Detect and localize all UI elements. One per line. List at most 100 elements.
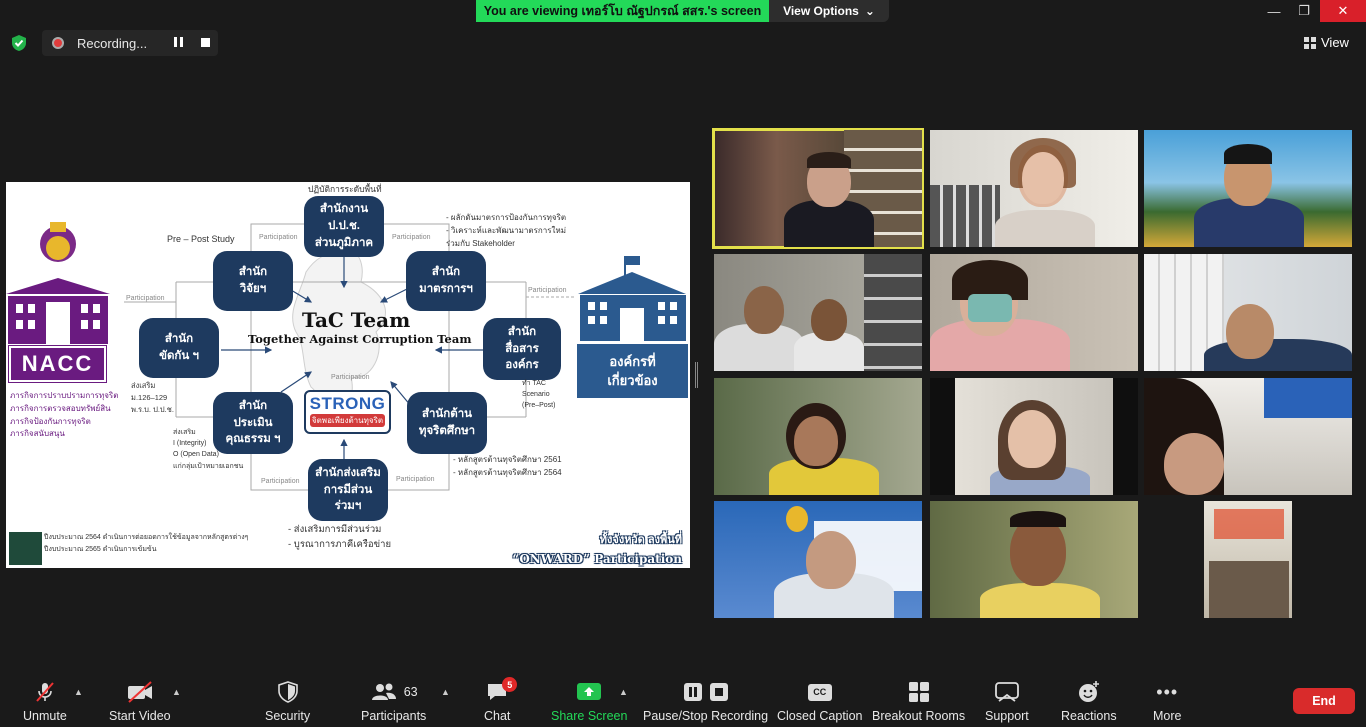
participant-video-tile[interactable]	[930, 254, 1138, 371]
tac-team-title: TaC Team	[302, 308, 411, 332]
more-button[interactable]: ••• More	[1153, 680, 1181, 723]
participant-video-tile[interactable]	[1204, 501, 1292, 618]
support-label: Support	[985, 709, 1029, 723]
participant-video-tile[interactable]	[1144, 378, 1352, 495]
participation-notes: - ส่งเสริมการมีส่วนร่วม - บูรณาการภาคีเค…	[288, 524, 392, 551]
muted-microphone-icon	[36, 682, 54, 702]
node-anti-corruption-education: สำนักต้าน ทุจริตศึกษา	[407, 392, 487, 454]
participation-label: Participation	[528, 287, 567, 294]
unmute-button[interactable]: Unmute	[23, 680, 67, 723]
recording-label: Recording...	[77, 35, 148, 51]
related-organization-box: องค์กรที่ เกี่ยวข้อง	[577, 344, 688, 398]
participants-caret-icon[interactable]: ▲	[441, 687, 450, 697]
participation-label: Participation	[126, 295, 165, 302]
breakout-rooms-label: Breakout Rooms	[872, 709, 966, 723]
onward-thai-text: ทั้งจังหวัด ลงพื้นที่	[599, 534, 682, 546]
participant-video-tile[interactable]	[1144, 130, 1352, 247]
participation-label: Participation	[331, 374, 370, 381]
participant-video-tile[interactable]	[714, 501, 922, 618]
strong-logo: STRONG จิตพอเพียงต้านทุจริต	[304, 390, 391, 434]
security-button[interactable]: Security	[265, 680, 310, 723]
strong-logo-subtext: จิตพอเพียงต้านทุจริต	[310, 414, 385, 427]
breakout-rooms-button[interactable]: Breakout Rooms	[872, 680, 965, 723]
participants-icon	[371, 683, 396, 700]
onward-participation-text: “ONWARD” Participation	[512, 552, 682, 566]
security-shield-icon	[277, 681, 298, 703]
footer-logo	[9, 532, 42, 565]
support-button[interactable]: Support	[985, 680, 1029, 723]
participation-label: Participation	[392, 234, 431, 241]
top-bar: You are viewing เทอร์โบ ณัฐปกรณ์ สสร.'s …	[0, 0, 1366, 22]
participant-video-tile[interactable]	[930, 130, 1138, 247]
pre-post-label: Pre – Post Study	[167, 234, 235, 244]
list-item: ภารกิจป้องกันการทุจริต	[10, 416, 91, 426]
participant-video-tile[interactable]	[712, 128, 924, 249]
participant-video-tile[interactable]	[1144, 254, 1352, 371]
security-label: Security	[265, 709, 311, 723]
list-item: ภารกิจการตรวจสอบทรัพย์สิน	[10, 403, 111, 413]
grid-icon	[1304, 36, 1316, 49]
closed-caption-button[interactable]: CC Closed Caption	[777, 680, 862, 723]
panel-resize-handle[interactable]	[695, 362, 698, 388]
tac-team-subtitle: Together Against Corruption Team	[248, 332, 472, 346]
share-screen-button[interactable]: Share Screen	[551, 680, 627, 723]
slide-footer-text: ปีงบประมาณ 2564 ดำเนินการต่อยอดการใช้ข้อ…	[44, 534, 249, 554]
node-regional-office: สำนักงาน ป.ป.ช. ส่วนภูมิภาค	[304, 196, 384, 257]
stop-recording-icon[interactable]	[201, 38, 210, 47]
viewing-banner: You are viewing เทอร์โบ ณัฐปกรณ์ สสร.'s …	[476, 0, 769, 22]
share-screen-icon	[577, 683, 602, 700]
pause-stop-recording-button[interactable]: Pause/Stop Recording	[643, 680, 768, 723]
audio-options-caret-icon[interactable]: ▲	[74, 687, 83, 697]
list-item: ภารกิจการปราบปรามการทุจริต	[10, 391, 119, 400]
view-label: View	[1321, 35, 1349, 50]
nacc-mission-list: ภารกิจการปราบปรามการทุจริต ภารกิจการตรวจ…	[10, 390, 118, 441]
end-meeting-button[interactable]: End	[1293, 688, 1355, 714]
recording-indicator: Recording...	[42, 30, 218, 56]
unmute-label: Unmute	[23, 709, 67, 723]
left-notes-1: ส่งเสริม ม.126–129 พ.ร.บ. ป.ป.ช.	[131, 381, 174, 414]
view-options-button[interactable]: View Options ⌄	[769, 0, 889, 22]
participation-label: Participation	[396, 476, 435, 483]
participants-label: Participants	[361, 709, 427, 723]
pause-recording-icon[interactable]	[174, 37, 184, 47]
participant-video-tile[interactable]	[930, 501, 1138, 618]
pause-icon	[683, 683, 702, 701]
share-options-caret-icon[interactable]: ▲	[619, 687, 628, 697]
shared-screen-slide: ปฏิบัติการระดับพื้นที่ Pre – Post Study …	[6, 182, 690, 568]
node-conflict-of-interest: สำนัก ขัดกัน ฯ	[139, 318, 219, 378]
view-options-label: View Options	[783, 4, 859, 18]
stop-icon	[709, 683, 728, 701]
node-participation-promotion: สำนักส่งเสริม การมีส่วน ร่วมฯ	[308, 459, 388, 521]
participation-label: Participation	[261, 478, 300, 485]
participant-video-tile[interactable]	[714, 378, 922, 495]
nacc-logo-text: NACC	[8, 345, 107, 383]
chat-label: Chat	[484, 709, 511, 723]
encryption-shield-icon[interactable]	[10, 34, 28, 52]
participants-button[interactable]: 63 Participants	[361, 680, 426, 723]
participants-count: 63	[403, 685, 418, 699]
video-off-icon	[127, 681, 152, 703]
closed-caption-icon: CC	[807, 683, 832, 701]
start-video-button[interactable]: Start Video	[109, 680, 171, 723]
top-label: ปฏิบัติการระดับพื้นที่	[308, 184, 382, 194]
pause-recording-label: Pause/Stop Recording	[643, 709, 769, 723]
chevron-down-icon: ⌄	[864, 4, 875, 18]
view-layout-button[interactable]: View	[1304, 35, 1349, 50]
participant-video-tile[interactable]	[714, 254, 922, 371]
reactions-label: Reactions	[1061, 709, 1117, 723]
participant-video-tile[interactable]	[930, 378, 1138, 495]
education-notes: - หลักสูตรต้านทุจริตศึกษา 2561 - หลักสูต…	[453, 455, 562, 477]
restore-icon[interactable]: ❐	[1286, 0, 1322, 22]
nacc-building-icon	[6, 222, 110, 344]
reactions-smiley-icon	[1078, 681, 1099, 702]
node-corporate-communication: สำนัก สื่อสาร องค์กร	[483, 318, 561, 380]
share-screen-label: Share Screen	[551, 709, 628, 723]
closed-caption-label: Closed Caption	[777, 709, 863, 723]
node-measures: สำนัก มาตรการฯ	[406, 251, 486, 311]
more-label: More	[1153, 709, 1182, 723]
chat-button[interactable]: 5 Chat	[484, 677, 518, 723]
reactions-button[interactable]: Reactions	[1061, 680, 1117, 723]
close-icon[interactable]: ✕	[1320, 0, 1366, 22]
more-dots-icon: •••	[1156, 682, 1179, 702]
video-options-caret-icon[interactable]: ▲	[172, 687, 181, 697]
